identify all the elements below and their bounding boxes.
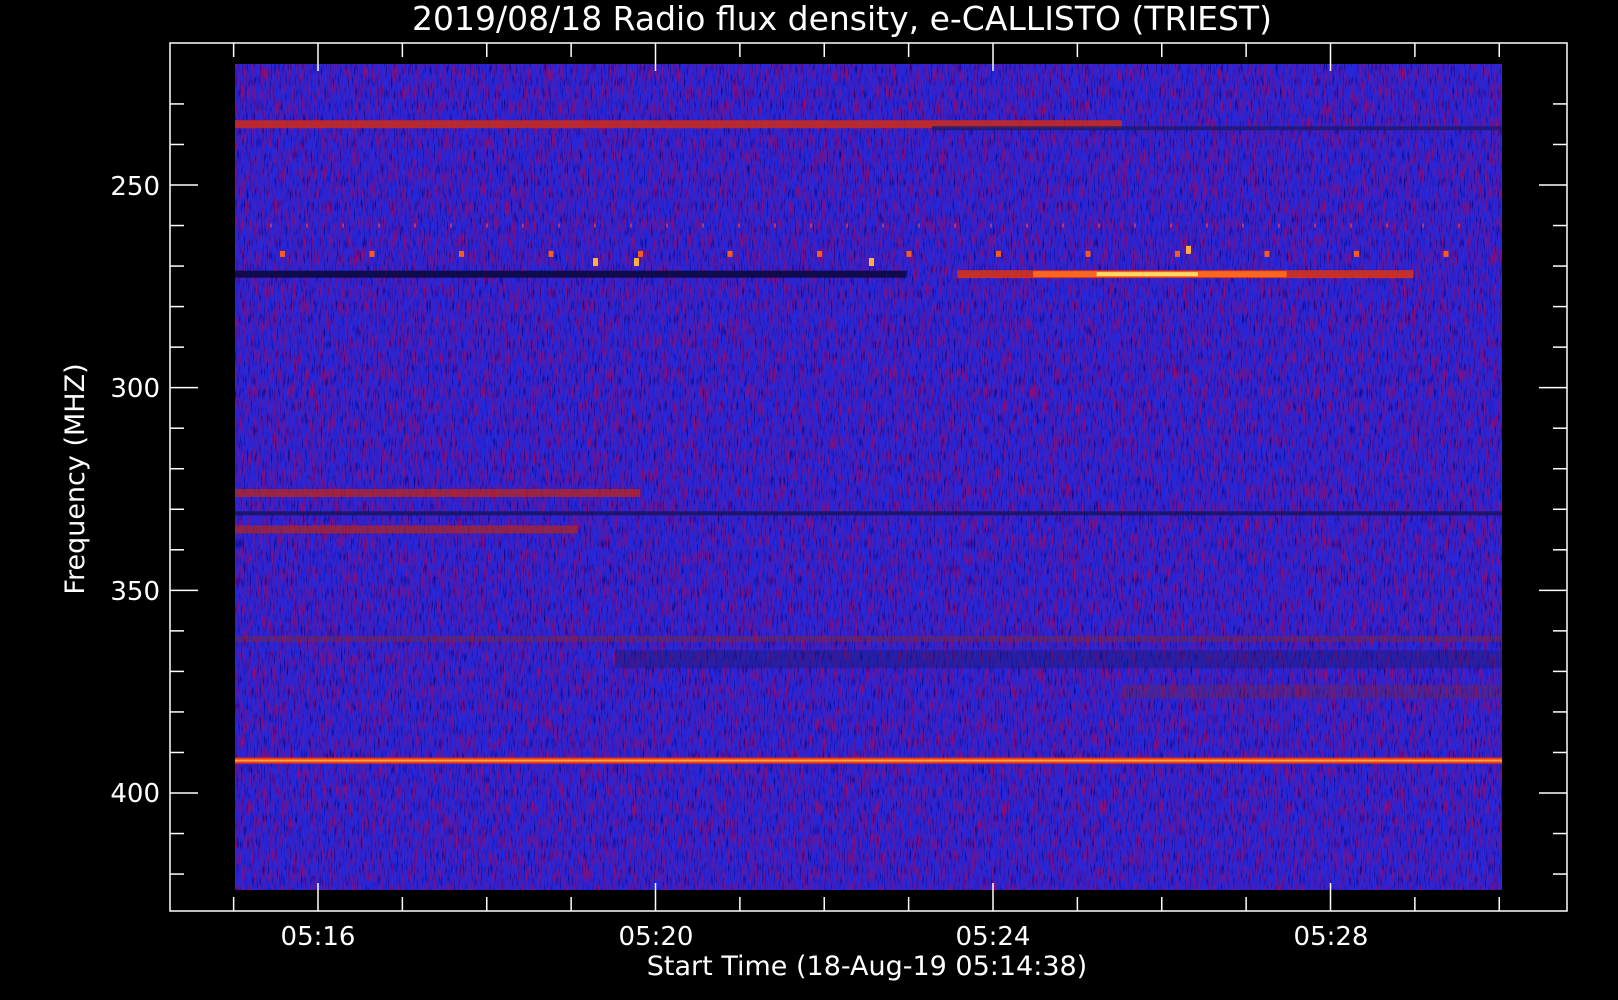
interference-dot — [594, 223, 596, 228]
y-tick-300: 300 — [110, 374, 160, 404]
interference-dot — [634, 258, 639, 267]
spectrogram-band — [235, 525, 578, 534]
interference-dot — [638, 250, 643, 257]
interference-dot — [1314, 223, 1316, 228]
y-tick-400: 400 — [110, 779, 160, 809]
interference-dot — [702, 223, 704, 228]
y-tick-350: 350 — [110, 577, 160, 607]
y-tick-250: 250 — [110, 172, 160, 202]
interference-dot — [996, 250, 1001, 257]
chart-title: 2019/08/18 Radio flux density, e-CALLIST… — [412, 0, 1272, 38]
interference-dot — [810, 223, 812, 228]
interference-dot — [990, 223, 992, 228]
interference-dot — [1264, 250, 1270, 257]
interference-dot — [369, 250, 375, 257]
interference-dot — [1242, 223, 1244, 228]
interference-dot — [280, 250, 285, 257]
interference-dot — [1422, 223, 1424, 228]
interference-dot — [1170, 223, 1172, 228]
interference-dot — [630, 223, 632, 228]
interference-dot — [846, 223, 848, 228]
interference-dot — [548, 250, 554, 257]
interference-dot — [666, 223, 668, 228]
interference-dot — [774, 223, 776, 228]
spectrogram-band — [235, 489, 641, 498]
interference-dot — [906, 250, 912, 257]
interference-dot — [342, 223, 344, 228]
interference-dot — [1206, 223, 1208, 228]
interference-dot — [558, 223, 560, 228]
interference-dot — [882, 223, 884, 228]
interference-dot — [817, 250, 822, 257]
spectrogram-chart: 2019/08/18 Radio flux density, e-CALLIST… — [60, 0, 1568, 982]
interference-dot — [270, 223, 272, 228]
interference-dot — [1062, 223, 1064, 228]
interference-dot — [522, 223, 524, 228]
y-axis-label: Frequency (MHZ) — [60, 363, 91, 594]
interference-dot — [306, 223, 308, 228]
interference-dot — [1085, 250, 1091, 257]
interference-dot — [414, 223, 416, 228]
interference-dot — [1186, 245, 1191, 254]
spectrogram-band — [235, 270, 907, 278]
interference-dot — [593, 258, 598, 267]
interference-dot — [1458, 223, 1460, 228]
interference-dot — [1350, 223, 1352, 228]
interference-dot — [450, 223, 452, 228]
interference-dot — [1386, 223, 1388, 228]
spectrogram-band — [235, 759, 1502, 762]
interference-dot — [459, 250, 464, 257]
interference-dot — [869, 258, 874, 267]
interference-dot — [1026, 223, 1028, 228]
interference-dot — [1134, 223, 1136, 228]
x-tick-0524: 05:24 — [956, 922, 1031, 952]
x-tick-0516: 05:16 — [281, 922, 356, 952]
spectrogram-band — [615, 650, 1502, 669]
interference-dot — [378, 223, 380, 228]
spectrogram-band — [235, 511, 1502, 516]
x-tick-0528: 05:28 — [1294, 922, 1369, 952]
interference-dot — [1278, 223, 1280, 228]
plot-area — [235, 64, 1502, 890]
interference-dot — [738, 223, 740, 228]
spectrogram-noise-texture — [235, 64, 1502, 890]
interference-dot — [1098, 223, 1100, 228]
spectrogram-band — [1096, 272, 1198, 277]
interference-dot — [1354, 250, 1359, 257]
interference-dot — [727, 250, 733, 257]
interference-dot — [486, 223, 488, 228]
interference-dot — [954, 223, 956, 228]
x-axis-label: Start Time (18-Aug-19 05:14:38) — [647, 951, 1087, 982]
spectrogram-band — [235, 635, 1502, 642]
interference-dot — [1443, 250, 1449, 257]
interference-dot — [1175, 250, 1180, 257]
spectrogram-band — [931, 126, 1502, 131]
interference-dot — [918, 223, 920, 228]
spectrogram-band — [1121, 684, 1502, 699]
x-tick-0520: 05:20 — [619, 922, 694, 952]
